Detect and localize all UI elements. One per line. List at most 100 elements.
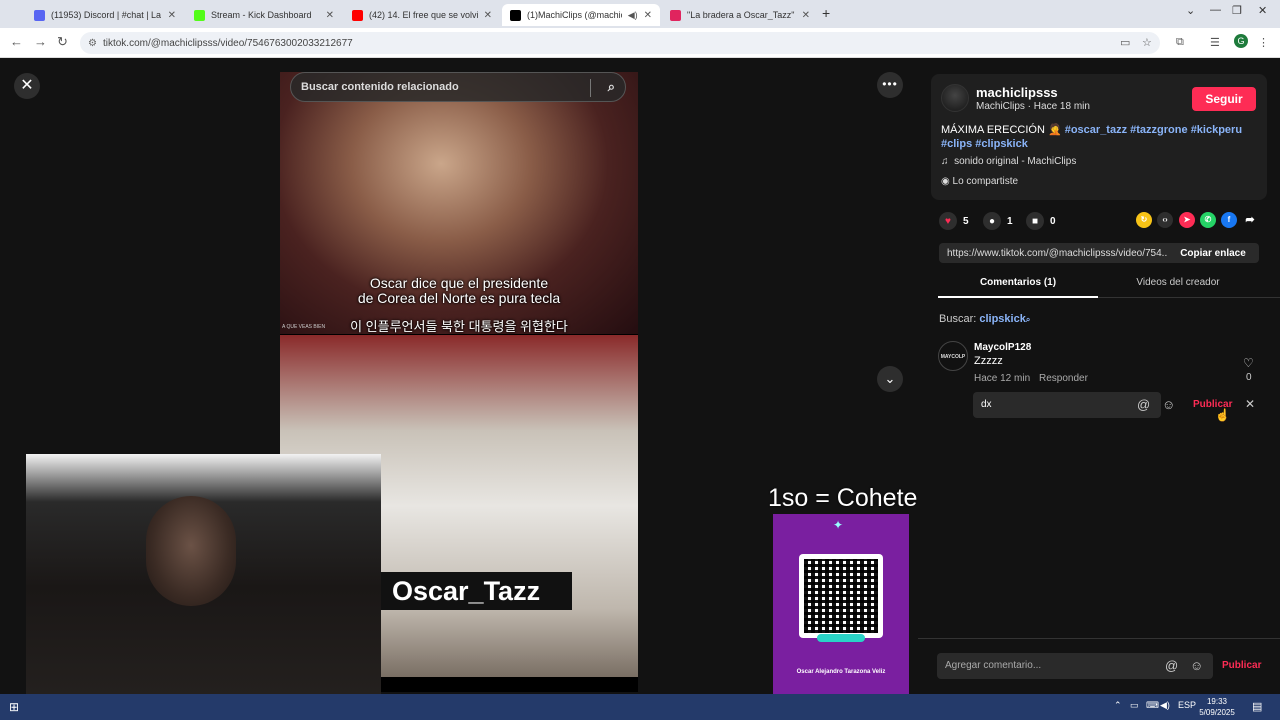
emoji-icon[interactable]: ☺ (1190, 658, 1203, 673)
more-options-button[interactable]: ••• (877, 72, 903, 98)
search-prefix: Buscar: (939, 313, 977, 325)
emoji-icon[interactable]: ☺ (1162, 397, 1175, 412)
qr-code (799, 554, 883, 638)
network-icon[interactable]: ▭ (1130, 700, 1139, 711)
reply-cancel-icon[interactable]: ✕ (1245, 397, 1255, 411)
share-arrow-icon[interactable]: ➦ (1242, 212, 1258, 228)
whatsapp-icon[interactable]: ✆ (1200, 212, 1216, 228)
browser-tab-kick[interactable]: Stream - Kick Dashboard ✕ (186, 4, 342, 26)
browser-tab-youtube[interactable]: (42) 14. El free que se volvió ca ✕ (344, 4, 500, 26)
profile-avatar[interactable]: G (1234, 34, 1248, 48)
back-icon[interactable]: ← (10, 34, 23, 49)
close-video-button[interactable]: ✕ (14, 73, 40, 99)
site-info-icon[interactable]: ⚙ (88, 38, 97, 49)
notifications-icon[interactable]: ▤ (1252, 700, 1262, 713)
close-icon[interactable]: ✕ (644, 10, 652, 21)
follow-button[interactable]: Seguir (1192, 87, 1256, 111)
kick-icon (194, 9, 205, 21)
bookmark-icon: ■ (1026, 212, 1044, 230)
hashtag-link[interactable]: #clips (941, 138, 972, 150)
restore-icon[interactable]: ❐ (1232, 4, 1242, 17)
save-button[interactable]: ■ 0 (1026, 212, 1056, 230)
close-icon[interactable]: ✕ (168, 10, 176, 21)
creator-username[interactable]: machiclipsss (976, 85, 1058, 100)
reply-input[interactable]: dx (973, 392, 1161, 418)
cast-icon[interactable]: ▭ (1120, 36, 1130, 49)
tab-search-icon[interactable]: ⌄ (1186, 4, 1195, 17)
like-button[interactable]: ♥ 5 (939, 212, 969, 230)
discord-icon (34, 9, 45, 21)
browser-tab-twitter[interactable]: "La bradera a Oscar_Tazz" - Tw ✕ (662, 4, 818, 26)
address-bar: ← → ↻ ⚙ tiktok.com/@machiclipsss/video/7… (0, 28, 1280, 58)
creator-avatar[interactable] (941, 84, 969, 112)
send-icon[interactable]: ➤ (1179, 212, 1195, 228)
description-text: MÁXIMA ERECCIÓN 🤦 (941, 124, 1062, 136)
windows-start-icon[interactable]: ⊞ (9, 700, 19, 714)
mention-icon[interactable]: @ (1137, 397, 1150, 412)
search-divider (590, 79, 591, 97)
volume-icon[interactable]: ◀) (1160, 700, 1170, 711)
publish-comment-button[interactable]: Publicar (1222, 660, 1261, 671)
reload-icon[interactable]: ↻ (57, 34, 68, 50)
taskbar-clock[interactable]: 19:33 5/09/2025 (1197, 696, 1237, 718)
tab-creator-videos[interactable]: Videos del creador (1098, 277, 1258, 288)
close-icon[interactable]: ✕ (802, 10, 810, 21)
tab-comments[interactable]: Comentarios (1) (938, 277, 1098, 288)
close-icon[interactable]: ✕ (326, 10, 334, 21)
ellipsis-icon: ••• (882, 77, 898, 91)
sound-link[interactable]: ♫ sonido original - MachiClips (941, 156, 1076, 167)
comment-heart-icon[interactable]: ♡ (1243, 356, 1254, 370)
next-video-button[interactable]: ⌄ (877, 366, 903, 392)
commenter-avatar[interactable]: MAYCOLP (938, 341, 968, 371)
forward-icon[interactable]: → (34, 34, 47, 49)
comment-button[interactable]: ● 1 (983, 212, 1013, 230)
repost-icon[interactable]: ↻ (1136, 212, 1152, 228)
url-field[interactable]: ⚙ tiktok.com/@machiclipsss/video/7546763… (80, 32, 1160, 54)
search-suggestion[interactable]: Buscar: clipskick⌕ (939, 313, 1030, 325)
copy-link-button[interactable]: Copiar enlace (1167, 248, 1259, 259)
facebook-icon[interactable]: f (1221, 212, 1237, 228)
related-search-bar[interactable]: Buscar contenido relacionado ⌕ (290, 72, 626, 102)
hashtag-link[interactable]: #oscar_tazz (1065, 124, 1127, 136)
new-tab-icon[interactable]: + (822, 5, 830, 21)
hashtag-link[interactable]: #tazzgrone (1130, 124, 1187, 136)
tab-label: "La bradera a Oscar_Tazz" - Tw (687, 10, 796, 20)
browser-tab-tiktok[interactable]: (1)MachiClips (@machiclip ◀) ✕ (502, 4, 660, 26)
embed-icon[interactable]: ‹› (1157, 212, 1173, 228)
share-url[interactable]: https://www.tiktok.com/@machiclipsss/vid… (939, 248, 1167, 259)
reading-list-icon[interactable]: ☰ (1210, 36, 1220, 49)
shared-indicator: ◉ Lo compartiste (941, 176, 1018, 187)
hashtag-link[interactable]: #clipskick (975, 138, 1028, 150)
browser-tab-discord[interactable]: (11953) Discord | #chat | La ✕ (26, 4, 184, 26)
bookmark-star-icon[interactable]: ☆ (1142, 36, 1152, 49)
comment-text: Zzzzz (974, 355, 1003, 367)
tab-label: (11953) Discord | #chat | La (51, 10, 162, 20)
close-icon[interactable]: ✕ (484, 10, 492, 21)
keyboard-icon[interactable]: ⌨ (1146, 700, 1159, 711)
search-icon[interactable]: ⌕ (608, 79, 615, 95)
speaker-icon[interactable]: ◀) (628, 10, 638, 21)
mention-icon[interactable]: @ (1165, 658, 1178, 673)
tab-label: Stream - Kick Dashboard (211, 10, 312, 20)
shared-label: Lo compartiste (952, 176, 1019, 187)
related-search-placeholder: Buscar contenido relacionado (301, 81, 459, 93)
clock-time: 19:33 (1206, 697, 1228, 706)
comment-time: Hace 12 min (974, 373, 1031, 384)
minimize-icon[interactable]: — (1210, 4, 1221, 16)
window-close-icon[interactable]: ✕ (1258, 4, 1267, 17)
save-count: 0 (1050, 215, 1056, 227)
youtube-icon (352, 9, 363, 21)
webcam-face (146, 496, 236, 606)
share-link-box: https://www.tiktok.com/@machiclipsss/vid… (939, 243, 1259, 263)
reply-button[interactable]: Responder (1039, 373, 1088, 384)
commenter-username[interactable]: MaycolP128 (974, 342, 1031, 353)
hashtag-link[interactable]: #kickperu (1191, 124, 1242, 136)
menu-icon[interactable]: ⋮ (1258, 36, 1269, 49)
share-avatar-icon: ◉ (941, 176, 950, 187)
search-keyword[interactable]: clipskick (979, 313, 1025, 325)
input-language[interactable]: ESP (1178, 700, 1196, 710)
extensions-icon[interactable]: ⧉ (1176, 36, 1184, 49)
tray-chevron-icon[interactable]: ⌃ (1114, 700, 1122, 711)
browser-tab-strip: (11953) Discord | #chat | La ✕ Stream - … (0, 0, 1280, 28)
yape-logo-icon: ✦ (833, 518, 844, 532)
